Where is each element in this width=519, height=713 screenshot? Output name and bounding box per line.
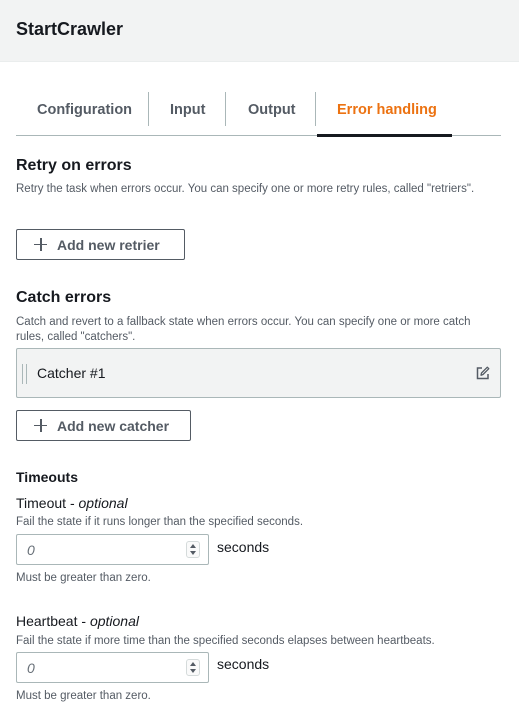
timeout-spinner-icon[interactable] (186, 541, 200, 558)
tab-output[interactable]: Output (248, 85, 296, 135)
heartbeat-label-text: Heartbeat (16, 613, 78, 629)
tab-error-handling[interactable]: Error handling (337, 85, 437, 135)
catch-section-title: Catch errors (16, 289, 112, 306)
timeout-label: Timeout - optional (16, 495, 128, 511)
plus-icon (34, 419, 47, 432)
heartbeat-input[interactable] (18, 654, 178, 681)
drag-handle-icon[interactable] (22, 364, 27, 384)
panel-title: StartCrawler (16, 19, 124, 39)
timeouts-title: Timeouts (16, 469, 78, 485)
tab-bar: Configuration Input Output Error handlin… (16, 85, 501, 137)
timeout-optional: optional (78, 495, 128, 511)
timeout-input[interactable] (18, 536, 178, 563)
timeout-field (16, 534, 209, 565)
heartbeat-optional: optional (89, 613, 139, 629)
tab-divider (315, 92, 316, 126)
catch-description: Catch and revert to a fallback state whe… (16, 316, 471, 343)
add-catcher-label: Add new catcher (57, 417, 170, 434)
heartbeat-label: Heartbeat - optional (16, 613, 139, 629)
edit-icon[interactable] (476, 366, 490, 380)
heartbeat-hint: Must be greater than zero. (16, 690, 151, 702)
active-tab-indicator (317, 134, 452, 137)
heartbeat-description: Fail the state if more time than the spe… (16, 635, 435, 647)
heartbeat-unit: seconds (217, 656, 270, 672)
timeout-hint: Must be greater than zero. (16, 572, 151, 584)
panel-header: StartCrawler (0, 0, 519, 62)
tab-divider (225, 92, 226, 126)
timeout-label-text: Timeout (16, 495, 67, 511)
heartbeat-field (16, 652, 209, 683)
tab-divider (148, 92, 149, 126)
catcher-label: Catcher #1 (37, 365, 106, 381)
tab-input[interactable]: Input (170, 85, 205, 135)
plus-icon (34, 238, 47, 251)
timeout-description: Fail the state if it runs longer than th… (16, 516, 304, 528)
catcher-item[interactable]: Catcher #1 (16, 348, 501, 398)
retry-section-title: Retry on errors (16, 157, 132, 174)
add-retrier-label: Add new retrier (57, 236, 160, 253)
retry-description: Retry the task when errors occur. You ca… (16, 183, 475, 195)
add-catcher-button[interactable]: Add new catcher (16, 410, 191, 441)
tab-configuration[interactable]: Configuration (37, 85, 132, 135)
add-retrier-button[interactable]: Add new retrier (16, 229, 185, 260)
timeout-unit: seconds (217, 539, 270, 555)
heartbeat-spinner-icon[interactable] (186, 659, 200, 676)
